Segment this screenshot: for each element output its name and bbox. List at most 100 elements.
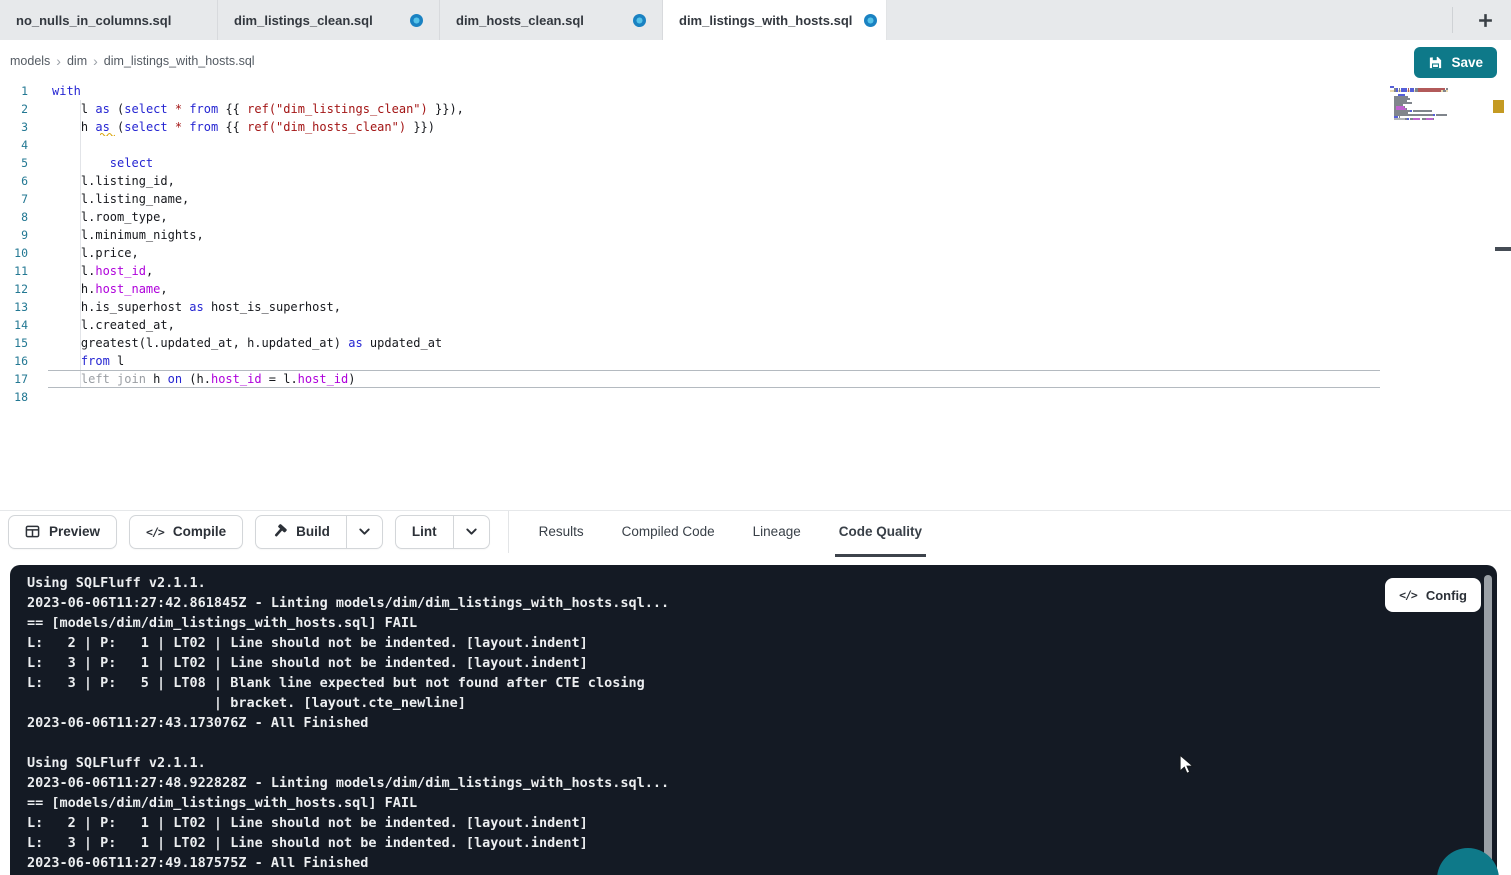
- terminal-line: Using SQLFluff v2.1.1.: [27, 573, 669, 593]
- line-number: 13: [0, 298, 28, 316]
- panel-tabs: Results Compiled Code Lineage Code Quality: [539, 511, 922, 553]
- action-buttons: Preview </>Compile Build Lint: [0, 515, 490, 549]
- line-number: 9: [0, 226, 28, 244]
- breadcrumb-row: models › dim › dim_listings_with_hosts.sql S…: [0, 40, 1511, 82]
- build-menu-button[interactable]: [346, 516, 382, 548]
- code-token: host_id: [95, 264, 146, 278]
- current-line-highlight: [48, 370, 1380, 388]
- code-token: l.listing_id,: [52, 174, 175, 188]
- action-toolbar: Preview </>Compile Build Lint Results Compil…: [0, 510, 1511, 552]
- code-line[interactable]: 9 l.minimum_nights,: [0, 226, 1390, 244]
- code-line[interactable]: 3 h as (select * from {{ ref("dim_hosts_…: [0, 118, 1390, 136]
- code-token: {{: [218, 102, 247, 116]
- code-token: [52, 156, 110, 170]
- terminal-line: == [models/dim/dim_listings_with_hosts.s…: [27, 613, 669, 633]
- panel-tab-compiled-code[interactable]: Compiled Code: [622, 511, 715, 553]
- code-line[interactable]: 12 h.host_name,: [0, 280, 1390, 298]
- file-tab-label: dim_hosts_clean.sql: [456, 13, 584, 28]
- panel-tab-lineage[interactable]: Lineage: [753, 511, 801, 553]
- code-token: host_is_superhost,: [204, 300, 341, 314]
- lint-menu-button[interactable]: [453, 516, 489, 548]
- code-token: l: [52, 102, 95, 116]
- breadcrumb-separator-icon: ›: [56, 53, 61, 69]
- terminal-line: L: 3 | P: 1 | LT02 | Line should not be …: [27, 653, 669, 673]
- lint-warning-squiggle: [100, 132, 115, 136]
- terminal-line: L: 2 | P: 1 | LT02 | Line should not be …: [27, 813, 669, 833]
- terminal-line: == [models/dim/dim_listings_with_hosts.s…: [27, 793, 669, 813]
- code-line[interactable]: 7 l.listing_name,: [0, 190, 1390, 208]
- line-number: 5: [0, 154, 28, 172]
- lint-button[interactable]: Lint: [395, 515, 490, 549]
- chevron-down-icon: [464, 524, 479, 539]
- sql-editor[interactable]: 1with2 l as (select * from {{ ref("dim_l…: [0, 82, 1511, 509]
- line-number: 18: [0, 388, 28, 406]
- file-tab[interactable]: dim_hosts_clean.sql: [440, 0, 663, 40]
- code-line[interactable]: 13 h.is_superhost as host_is_superhost,: [0, 298, 1390, 316]
- code-token: h: [52, 120, 95, 134]
- code-token: l: [110, 354, 124, 368]
- code-token: updated_at: [363, 336, 442, 350]
- terminal-line: 2023-06-06T11:27:48.922828Z - Linting mo…: [27, 773, 669, 793]
- terminal-line: 2023-06-06T11:27:42.861845Z - Linting mo…: [27, 593, 669, 613]
- button-label: Lint: [412, 524, 437, 539]
- terminal-line: L: 3 | P: 5 | LT08 | Blank line expected…: [27, 673, 669, 693]
- lint-output-terminal[interactable]: Using SQLFluff v2.1.1.2023-06-06T11:27:4…: [10, 565, 1497, 875]
- line-number: 8: [0, 208, 28, 226]
- code-icon: </>: [1399, 588, 1417, 602]
- plus-icon: [1477, 12, 1494, 29]
- code-token: }}): [406, 120, 435, 134]
- terminal-line: L: 3 | P: 1 | LT02 | Line should not be …: [27, 833, 669, 853]
- breadcrumb-separator-icon: ›: [93, 53, 98, 69]
- code-token: *: [175, 120, 182, 134]
- code-line[interactable]: 11 l.host_id,: [0, 262, 1390, 280]
- button-label: Build: [296, 524, 330, 539]
- new-tab-button[interactable]: [1471, 6, 1499, 34]
- code-line[interactable]: 1with: [0, 82, 1390, 100]
- terminal-scrollbar[interactable]: [1484, 575, 1492, 863]
- code-token: as: [95, 102, 109, 116]
- overview-ruler-cursor-marker: [1495, 247, 1511, 251]
- save-button[interactable]: Save: [1414, 47, 1497, 78]
- line-number: 17: [0, 370, 28, 388]
- code-line[interactable]: 10 l.price,: [0, 244, 1390, 262]
- code-line[interactable]: 5 select: [0, 154, 1390, 172]
- save-button-label: Save: [1451, 55, 1483, 70]
- floppy-disk-icon: [1428, 55, 1443, 70]
- code-token: h.is_superhost: [52, 300, 189, 314]
- terminal-line: 2023-06-06T11:27:43.173076Z - All Finish…: [27, 713, 669, 733]
- panel-tab-results[interactable]: Results: [539, 511, 584, 553]
- code-icon: </>: [146, 525, 164, 539]
- code-token: ref("dim_listings_clean"): [247, 102, 428, 116]
- code-line[interactable]: 4: [0, 136, 1390, 154]
- code-token: }}),: [428, 102, 464, 116]
- config-button[interactable]: </> Config: [1385, 578, 1481, 612]
- code-token: (: [110, 102, 124, 116]
- code-token: l.: [52, 264, 95, 278]
- terminal-line: L: 2 | P: 1 | LT02 | Line should not be …: [27, 633, 669, 653]
- compile-button[interactable]: </>Compile: [129, 515, 243, 549]
- toolbar-divider: [508, 511, 509, 553]
- code-token: l.minimum_nights,: [52, 228, 204, 242]
- code-line[interactable]: 8 l.room_type,: [0, 208, 1390, 226]
- panel-tab-code-quality[interactable]: Code Quality: [839, 511, 922, 553]
- breadcrumb-item[interactable]: dim_listings_with_hosts.sql: [104, 54, 255, 68]
- breadcrumb-item[interactable]: models: [10, 54, 50, 68]
- file-tab[interactable]: dim_listings_with_hosts.sql: [663, 0, 887, 40]
- code-line[interactable]: 16 from l: [0, 352, 1390, 370]
- breadcrumb: models › dim › dim_listings_with_hosts.sql: [0, 53, 255, 69]
- file-tab[interactable]: no_nulls_in_columns.sql: [0, 0, 218, 40]
- build-button[interactable]: Build: [255, 515, 383, 549]
- code-line[interactable]: 2 l as (select * from {{ ref("dim_listin…: [0, 100, 1390, 118]
- minimap[interactable]: [1390, 86, 1448, 122]
- code-token: from: [81, 354, 110, 368]
- preview-button[interactable]: Preview: [8, 515, 117, 549]
- code-line[interactable]: 14 l.created_at,: [0, 316, 1390, 334]
- code-line[interactable]: 18: [0, 388, 1390, 406]
- minimap-line: [1390, 120, 1448, 122]
- code-line[interactable]: 6 l.listing_id,: [0, 172, 1390, 190]
- code-line[interactable]: 15 greatest(l.updated_at, h.updated_at) …: [0, 334, 1390, 352]
- code-token: l.listing_name,: [52, 192, 189, 206]
- file-tab[interactable]: dim_listings_clean.sql: [218, 0, 440, 40]
- line-number: 11: [0, 262, 28, 280]
- breadcrumb-item[interactable]: dim: [67, 54, 87, 68]
